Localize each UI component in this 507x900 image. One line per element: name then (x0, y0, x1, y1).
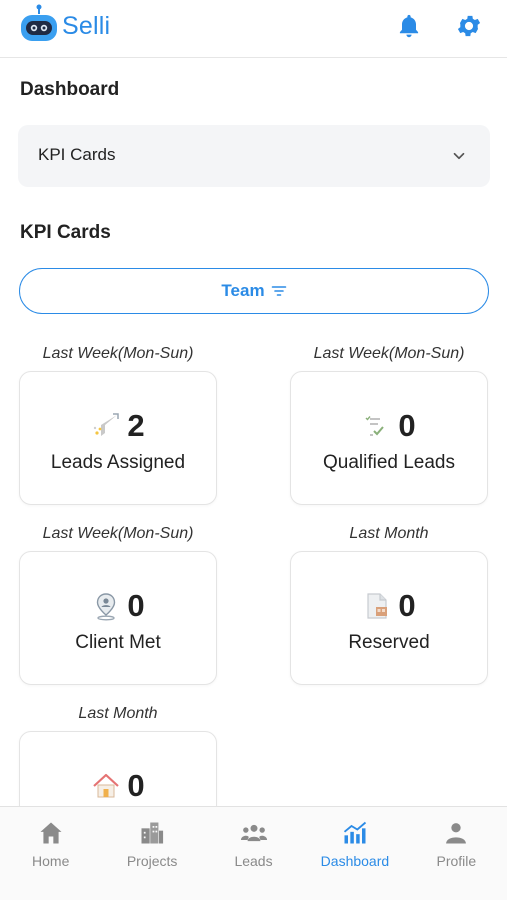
kpi-card-qualified-leads[interactable]: 0 Qualified Leads (290, 371, 488, 505)
bell-icon[interactable] (395, 12, 423, 40)
kpi-value: 0 (127, 768, 145, 803)
chevron-down-icon (453, 152, 465, 160)
nav-label: Leads (234, 853, 273, 869)
nav-label: Profile (436, 853, 477, 869)
location-person-icon (97, 593, 116, 621)
kpi-label: Client Met (75, 632, 161, 653)
card-period-fifth: Last Month (78, 705, 158, 722)
team-filter-button[interactable]: Team (19, 268, 489, 314)
nav-item-projects[interactable]: Projects (101, 807, 202, 900)
page-title: Dashboard (20, 79, 120, 100)
checklist-icon (365, 416, 385, 436)
dashboard-type-select[interactable]: KPI Cards (18, 125, 490, 187)
kpi-value: 2 (127, 408, 145, 443)
kpi-label: Qualified Leads (322, 452, 456, 473)
card-period-reserved: Last Month (349, 525, 429, 542)
app-logo: Selli (18, 4, 110, 48)
bottom-navigation: Home Projects Leads Dashboard Profile (0, 806, 507, 900)
select-value: KPI Cards (38, 145, 116, 164)
people-icon (240, 824, 267, 842)
person-icon (446, 823, 467, 844)
kpi-card-reserved[interactable]: 0 Reserved (290, 551, 488, 685)
buildings-icon (141, 822, 164, 844)
logo-text: Selli (62, 11, 111, 40)
kpi-label: Leads Assigned (50, 452, 186, 473)
kpi-card-leads-assigned[interactable]: 2 Leads Assigned (19, 371, 217, 505)
filter-icon (271, 286, 286, 296)
kpi-label: Reserved (348, 632, 430, 653)
chart-icon (343, 821, 367, 844)
kpi-value: 0 (127, 588, 145, 623)
nav-label: Home (32, 853, 70, 869)
app-header: Selli (0, 0, 507, 58)
funnel-icon (94, 413, 120, 436)
kpi-value: 0 (398, 408, 416, 443)
house-icon (93, 773, 120, 798)
card-period-client-met: Last Week(Mon-Sun) (42, 525, 194, 542)
nav-item-home[interactable]: Home (0, 807, 101, 900)
team-filter-label: Team (221, 281, 265, 300)
nav-label: Dashboard (320, 853, 390, 869)
document-icon (367, 593, 388, 619)
kpi-section-title: KPI Cards (20, 222, 111, 243)
home-icon (40, 822, 62, 844)
nav-item-profile[interactable]: Profile (406, 807, 507, 900)
gear-icon[interactable] (455, 12, 483, 40)
card-period-leads-assigned: Last Week(Mon-Sun) (42, 345, 194, 362)
kpi-value: 0 (398, 588, 416, 623)
nav-label: Projects (126, 853, 178, 869)
card-period-qualified-leads: Last Week(Mon-Sun) (313, 345, 465, 362)
nav-item-leads[interactable]: Leads (203, 807, 304, 900)
nav-item-dashboard[interactable]: Dashboard (304, 807, 405, 900)
robot-logo-icon (21, 4, 57, 41)
kpi-card-client-met[interactable]: 0 Client Met (19, 551, 217, 685)
